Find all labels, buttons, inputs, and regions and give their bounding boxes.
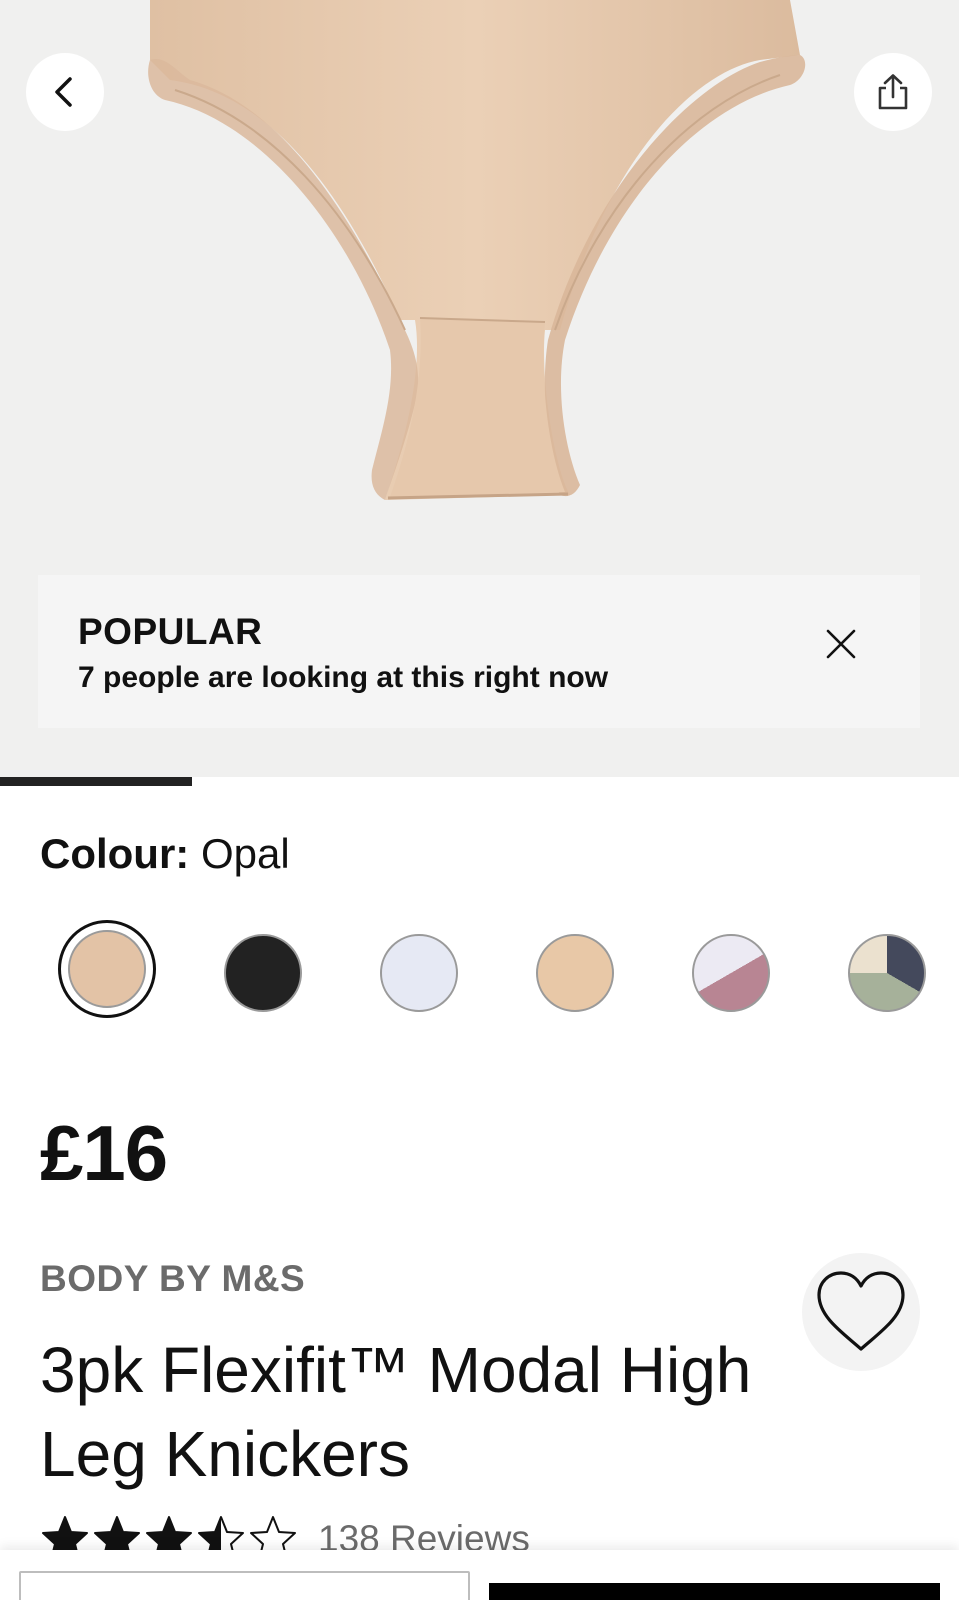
heart-outline-icon [817,1271,905,1351]
bottom-action-bar [0,1550,959,1600]
swatch-black[interactable] [224,934,302,1012]
gallery-progress [0,777,959,786]
product-title: 3pk Flexifit™ Modal High Leg Knickers [40,1334,752,1490]
colour-swatches [0,920,959,1026]
popular-title: POPULAR [78,611,263,652]
swatch-nude[interactable] [536,934,614,1012]
share-icon [878,74,908,110]
back-button[interactable] [26,53,104,131]
wishlist-button[interactable] [802,1253,920,1371]
product-brand[interactable]: BODY BY M&S [40,1258,305,1300]
swatch-cream-sage-navy-mix[interactable] [848,934,926,1012]
colour-label: Colour: [40,830,190,877]
swatch-opal[interactable] [58,920,156,1018]
popular-banner: POPULAR 7 people are looking at this rig… [38,575,920,728]
swatch-white[interactable] [380,934,458,1012]
product-image-gallery[interactable]: POPULAR 7 people are looking at this rig… [0,0,959,778]
add-to-bag-button[interactable] [489,1583,940,1600]
popular-subtitle: 7 people are looking at this right now [78,661,609,694]
chevron-left-icon [55,77,72,107]
product-price: £16 [40,1109,168,1197]
colour-heading: Colour: Opal [40,830,290,878]
popular-close-button[interactable] [818,621,864,667]
select-size-button[interactable] [19,1571,470,1600]
product-image [148,0,806,501]
colour-value: Opal [200,830,290,877]
swatch-opal-fill [68,930,146,1008]
gallery-progress-fill [0,777,192,786]
share-button[interactable] [854,53,932,131]
product-page: POPULAR 7 people are looking at this rig… [0,0,959,1600]
swatch-white-pink-mix[interactable] [692,934,770,1012]
close-icon [826,629,856,659]
